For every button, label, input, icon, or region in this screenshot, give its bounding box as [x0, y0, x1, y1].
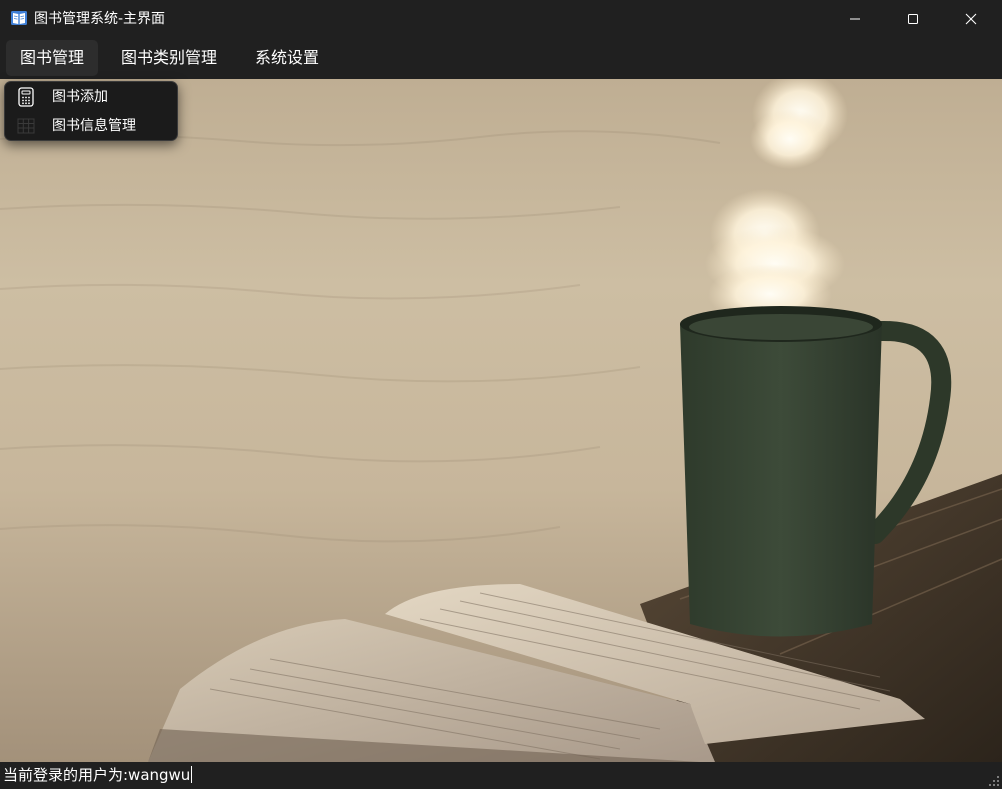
book-icon	[11, 11, 27, 25]
status-bar: 当前登录的用户为:wangwu	[0, 762, 1002, 789]
book-management-dropdown: 图书添加 图书信息管理	[4, 81, 178, 141]
login-user-status: 当前登录的用户为:wangwu	[3, 766, 191, 784]
coffee-book-photo	[0, 79, 1002, 762]
dropdown-item-label: 图书信息管理	[52, 118, 136, 134]
minimize-icon	[850, 18, 860, 19]
maximize-button[interactable]	[884, 0, 942, 37]
dropdown-item-book-info-management[interactable]: 图书信息管理	[5, 112, 177, 140]
main-window: 图书管理系统-主界面 图书管理 图书类别管理 系统设置 图书添加 图书信息管理 …	[0, 0, 1002, 789]
title-bar[interactable]: 图书管理系统-主界面	[0, 0, 1002, 37]
menu-system-settings[interactable]: 系统设置	[241, 40, 333, 76]
dropdown-item-label: 图书添加	[52, 89, 108, 105]
background-image	[0, 79, 1002, 762]
resize-grip-icon[interactable]	[988, 775, 1000, 787]
menu-bar: 图书管理 图书类别管理 系统设置	[0, 37, 1002, 79]
menu-book-category-management[interactable]: 图书类别管理	[107, 40, 231, 76]
close-button[interactable]	[942, 0, 1000, 37]
window-title: 图书管理系统-主界面	[34, 11, 166, 27]
menu-book-management[interactable]: 图书管理	[6, 40, 99, 76]
text-caret	[191, 766, 193, 783]
calculator-icon	[18, 87, 34, 107]
status-text-container: 当前登录的用户为:wangwu	[3, 766, 193, 784]
close-icon	[965, 13, 977, 24]
maximize-icon	[908, 13, 918, 24]
grid-icon	[17, 118, 35, 134]
minimize-button[interactable]	[826, 0, 884, 37]
dropdown-item-add-book[interactable]: 图书添加	[5, 83, 177, 111]
